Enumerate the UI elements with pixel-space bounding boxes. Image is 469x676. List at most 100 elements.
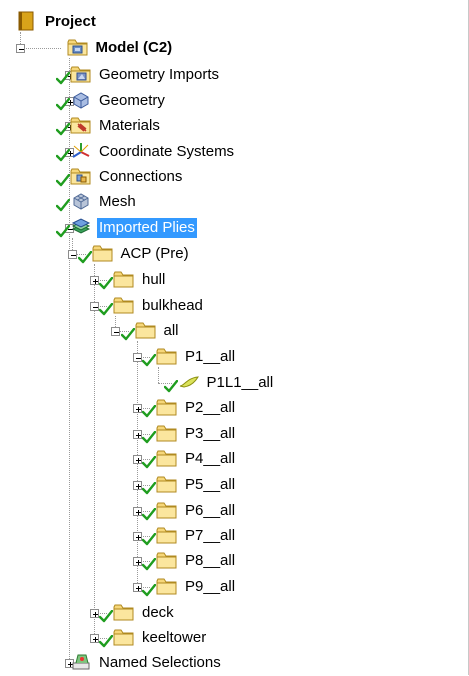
tree-node-label[interactable]: P1L1__all (205, 373, 276, 393)
tree-node-label[interactable]: keeltower (140, 628, 208, 648)
tree-node-label[interactable]: all (162, 321, 181, 341)
status-check-icon (141, 404, 157, 418)
tree-node-label[interactable]: P6__all (183, 501, 237, 521)
tree-node[interactable]: Geometry (55, 89, 167, 113)
tree-node-label[interactable]: Named Selections (97, 653, 223, 673)
tree-node[interactable]: hull (98, 268, 167, 292)
tree-node-label[interactable]: Geometry Imports (97, 65, 221, 85)
expand-toggle-icon[interactable] (132, 532, 142, 541)
tree-node-label[interactable]: Mesh (97, 192, 138, 212)
project-book-icon (16, 11, 38, 31)
tree-node-label[interactable]: Geometry (97, 91, 167, 111)
tree-node[interactable]: P4__all (141, 447, 237, 471)
tree-node-icons (163, 372, 200, 394)
folder-icon (156, 423, 178, 443)
tree-node[interactable]: P2__all (141, 396, 237, 420)
tree-node-label[interactable]: P5__all (183, 475, 237, 495)
tree-node-icons (98, 602, 135, 624)
tree-node-icons (141, 550, 178, 572)
folder-icon (113, 269, 135, 289)
tree-node-icons (55, 141, 92, 163)
expand-toggle-icon[interactable] (132, 455, 142, 464)
status-check-icon (55, 148, 71, 162)
collapse-toggle-icon[interactable] (89, 302, 99, 311)
tree-node-label[interactable]: Model (C2) (94, 38, 175, 58)
expand-toggle-icon[interactable] (132, 481, 142, 490)
folder-icon (113, 602, 135, 622)
tree-node[interactable]: Model (C2) (63, 36, 175, 60)
tree-node[interactable]: P1L1__all (163, 371, 276, 395)
status-check-icon (98, 634, 114, 648)
expand-toggle-icon[interactable] (132, 507, 142, 516)
tree-node[interactable]: Coordinate Systems (55, 140, 236, 164)
tree-node-label[interactable]: ACP (Pre) (119, 244, 191, 264)
expand-toggle-icon[interactable] (132, 583, 142, 592)
tree-node[interactable]: P7__all (141, 524, 237, 548)
tree-node[interactable]: all (120, 319, 181, 343)
expand-toggle-icon[interactable] (89, 634, 99, 643)
folder-icon (113, 295, 135, 315)
status-check-icon (55, 198, 71, 212)
tree-node[interactable]: P8__all (141, 549, 237, 573)
status-check-icon (141, 430, 157, 444)
model-icon (67, 37, 89, 57)
tree-node-icons (55, 191, 92, 213)
tree-node[interactable]: Imported Plies (55, 216, 197, 240)
tree-node-icons (55, 115, 92, 137)
status-check-icon (163, 379, 178, 393)
tree-node[interactable]: Geometry Imports (55, 63, 221, 87)
collapse-toggle-icon[interactable] (111, 327, 120, 336)
tree-node[interactable]: P1__all (141, 345, 237, 369)
tree-node-label[interactable]: Project (43, 12, 98, 32)
tree-node-label[interactable]: P2__all (183, 398, 237, 418)
collapse-toggle-icon[interactable] (68, 250, 77, 259)
tree-node-label[interactable]: Coordinate Systems (97, 142, 236, 162)
tree-node-label[interactable]: P1__all (183, 347, 237, 367)
status-check-icon (141, 507, 157, 521)
tree-node[interactable]: Materials (55, 114, 162, 138)
status-check-icon (120, 327, 135, 341)
tree-node-icons (141, 474, 178, 496)
tree-node[interactable]: deck (98, 601, 176, 625)
tree-node[interactable]: P5__all (141, 473, 237, 497)
tree-node[interactable]: keeltower (98, 626, 208, 650)
expand-toggle-icon[interactable] (89, 609, 99, 618)
tree-node-label[interactable]: P7__all (183, 526, 237, 546)
tree-node-icons (141, 448, 178, 470)
tree-node-label[interactable]: P9__all (183, 577, 237, 597)
tree-node-label[interactable]: Materials (97, 116, 162, 136)
tree-node-label[interactable]: hull (140, 270, 167, 290)
collapse-toggle-icon[interactable] (132, 353, 142, 362)
folder-icon (156, 525, 178, 545)
expand-toggle-icon[interactable] (132, 430, 142, 439)
tree-node[interactable]: bulkhead (98, 294, 205, 318)
tree-node-icons (141, 576, 178, 598)
tree-node-label[interactable]: deck (140, 603, 176, 623)
tree-node-label[interactable]: bulkhead (140, 296, 205, 316)
folder-icon (156, 397, 178, 417)
status-check-icon (55, 122, 71, 136)
tree-node[interactable]: Connections (55, 165, 184, 189)
collapse-toggle-icon[interactable] (16, 44, 25, 53)
tree-node-label[interactable]: P4__all (183, 449, 237, 469)
project-tree: Project Model (C2) Geometry Imports Geometr… (0, 0, 469, 675)
tree-node[interactable]: ACP (Pre) (77, 242, 191, 266)
tree-node[interactable]: Project (12, 10, 98, 34)
expand-toggle-icon[interactable] (132, 557, 142, 566)
tree-node[interactable]: Named Selections (66, 651, 223, 675)
geometry-imports-folder-icon (70, 64, 92, 84)
tree-node-label[interactable]: P3__all (183, 424, 237, 444)
expand-toggle-icon[interactable] (89, 276, 99, 285)
expand-toggle-icon[interactable] (132, 404, 142, 413)
folder-icon (156, 550, 178, 570)
tree-node[interactable]: Mesh (55, 190, 138, 214)
tree-node-label[interactable]: Imported Plies (97, 218, 197, 238)
tree-node-label[interactable]: Connections (97, 167, 184, 187)
status-check-icon (141, 481, 157, 495)
tree-node-label[interactable]: P8__all (183, 551, 237, 571)
tree-node[interactable]: P6__all (141, 499, 237, 523)
tree-node-icons (63, 37, 89, 59)
tree-node[interactable]: P9__all (141, 575, 237, 599)
tree-node[interactable]: P3__all (141, 422, 237, 446)
tree-node-icons (141, 346, 178, 368)
